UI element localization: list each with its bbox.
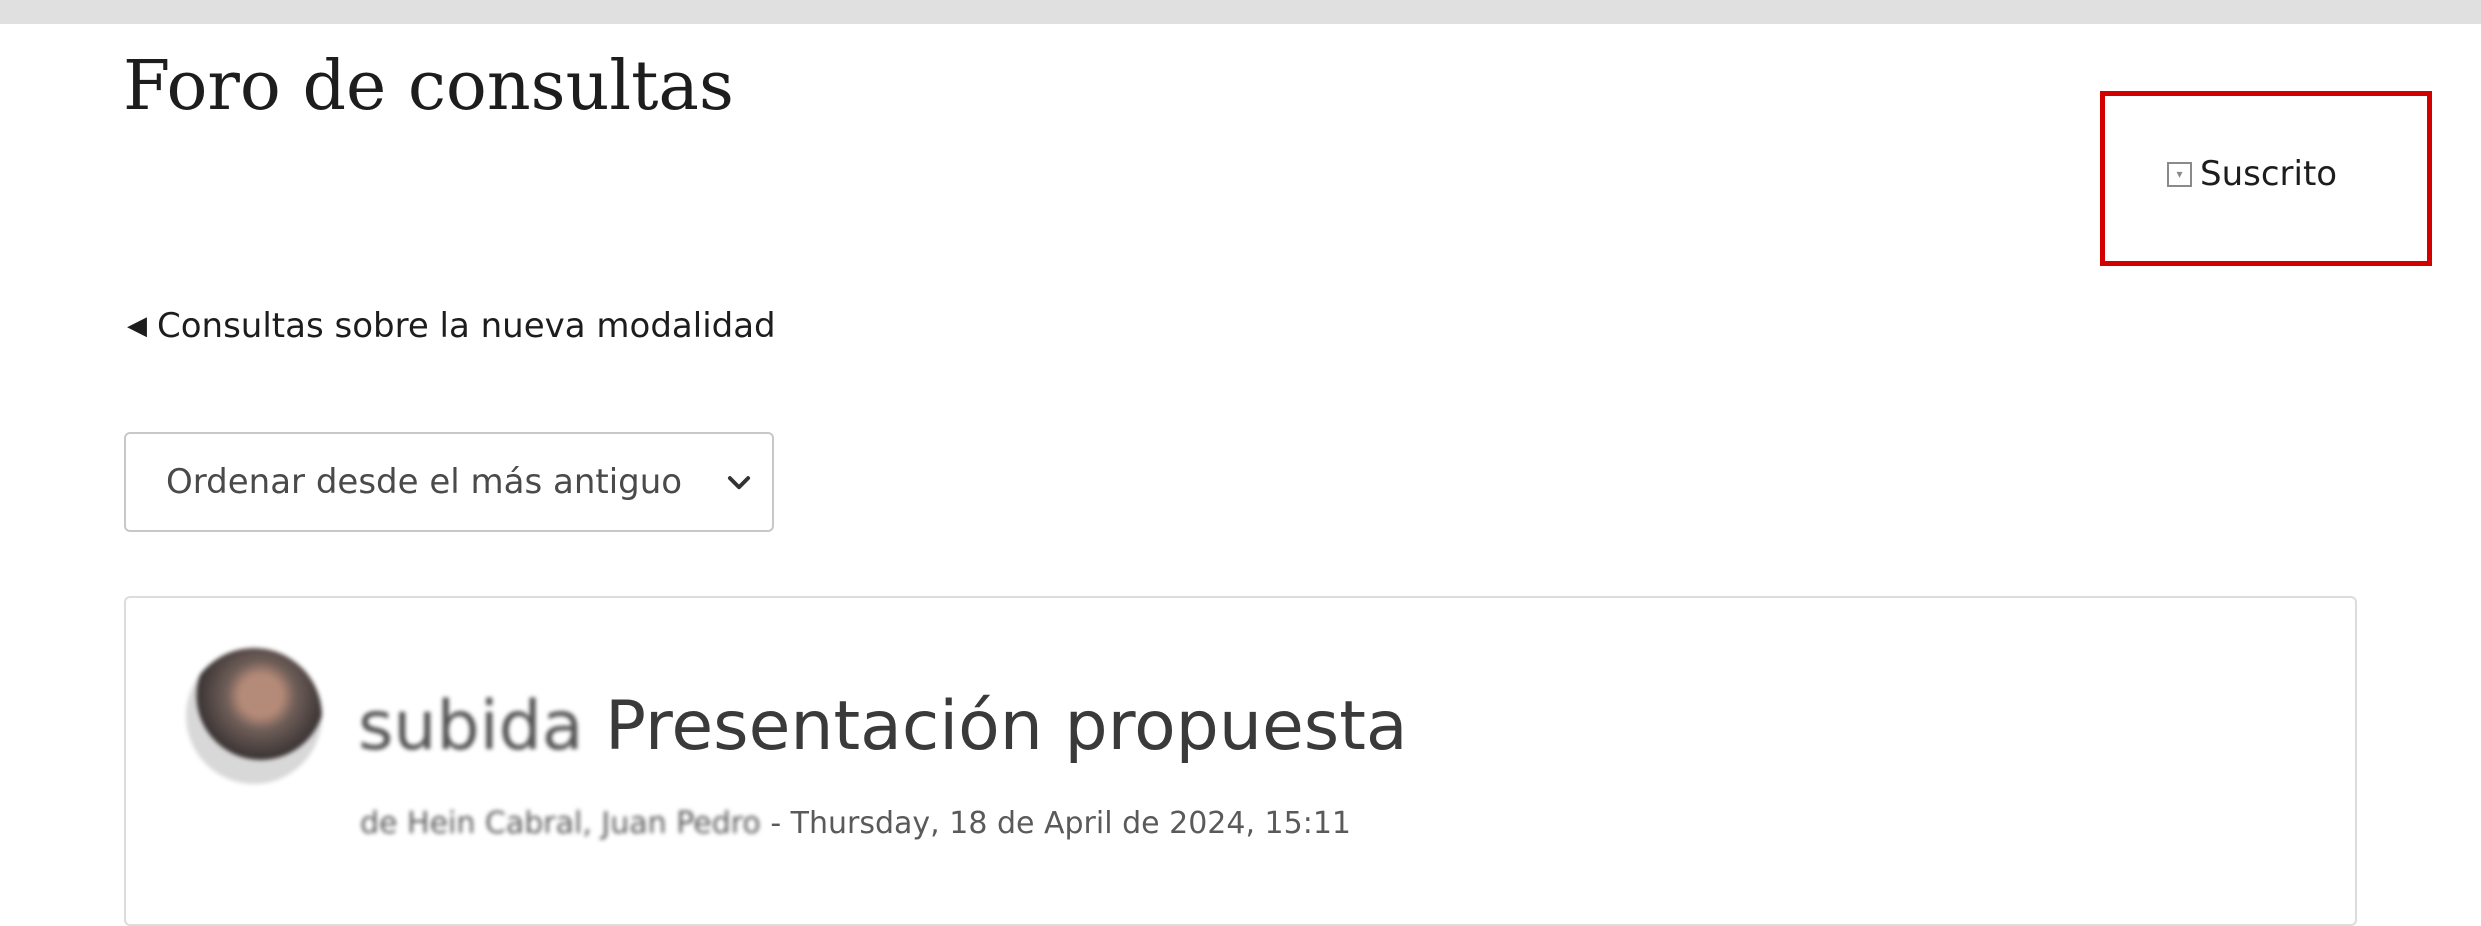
top-bar bbox=[0, 0, 2481, 24]
post-title-prefix: subida bbox=[358, 687, 584, 766]
back-link-label: Consultas sobre la nueva modalidad bbox=[157, 306, 776, 346]
back-arrow-icon: ◀ bbox=[127, 311, 147, 341]
page-title: Foro de consultas bbox=[123, 47, 734, 126]
post-title: subida Presentación propuesta bbox=[358, 686, 1408, 768]
subscribe-toggle[interactable]: ▾ Suscrito bbox=[2167, 154, 2337, 194]
post-title-text: Presentación propuesta bbox=[605, 687, 1408, 766]
back-to-discussion-link[interactable]: ◀ Consultas sobre la nueva modalidad bbox=[127, 306, 776, 346]
author-avatar[interactable] bbox=[186, 648, 322, 784]
chevron-down-icon bbox=[727, 476, 751, 490]
subscribe-label: Suscrito bbox=[2200, 154, 2338, 194]
sort-select-value: Ordenar desde el más antiguo bbox=[166, 462, 683, 502]
post-date: - Thursday, 18 de April de 2024, 15:11 bbox=[760, 806, 1352, 841]
chevron-down-icon: ▾ bbox=[2167, 161, 2192, 187]
post-meta: de Hein Cabral, Juan Pedro - Thursday, 1… bbox=[360, 806, 1351, 841]
post-author[interactable]: de Hein Cabral, Juan Pedro bbox=[360, 806, 761, 841]
sort-select[interactable]: Ordenar desde el más antiguo bbox=[124, 432, 774, 532]
